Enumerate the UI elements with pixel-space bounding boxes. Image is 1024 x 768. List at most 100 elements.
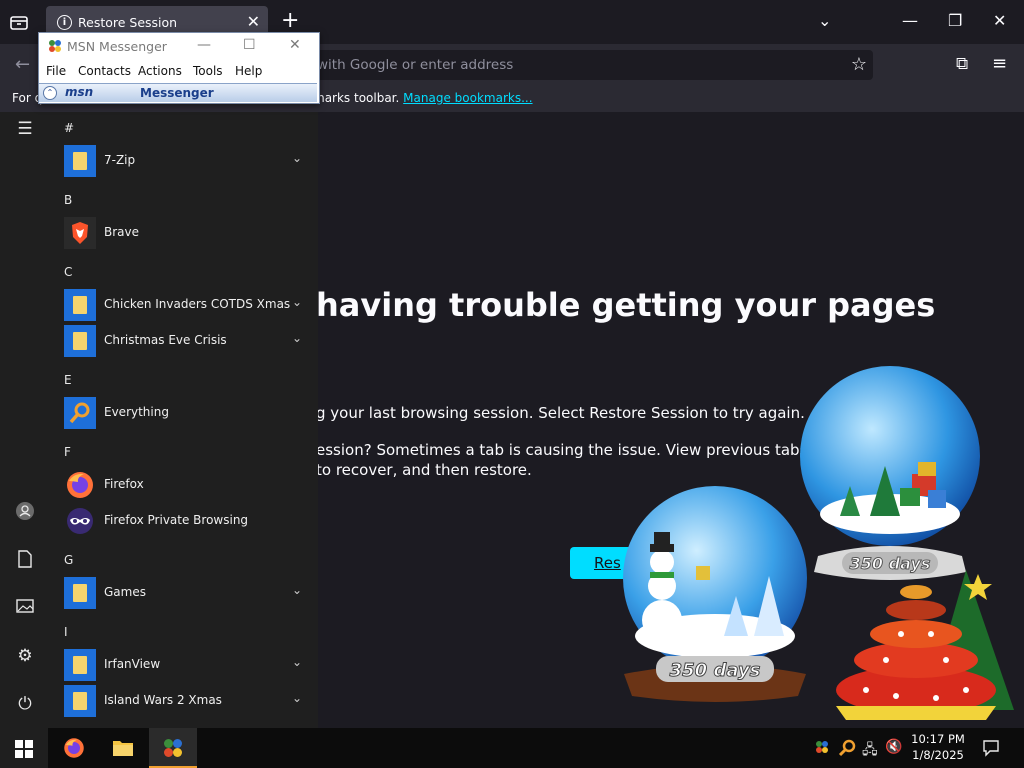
page-title: having trouble getting your pages [316, 286, 936, 324]
chevron-down-icon[interactable]: ⌄ [292, 583, 302, 597]
menu-actions[interactable]: Actions [138, 64, 182, 78]
start-menu-rail: ☰ ⚙ ⏻ [0, 112, 50, 728]
app-firefox[interactable]: Firefox [50, 467, 312, 503]
msn-wordmark: msn [65, 85, 94, 99]
app-label: Christmas Eve Crisis [104, 333, 227, 347]
app-label: Island Wars 2 Xmas [104, 693, 222, 707]
msn-menu-bar: File Contacts Actions Tools Help [39, 61, 319, 81]
folder-icon [113, 741, 133, 756]
app-irfanview[interactable]: IrfanView ⌄ [50, 647, 312, 683]
msn-messenger-window[interactable]: MSN Messenger — ☐ ✕ File Contacts Action… [38, 32, 320, 104]
app-games[interactable]: Games ⌄ [50, 575, 312, 611]
start-button[interactable] [0, 728, 48, 768]
info-icon: i [57, 15, 72, 30]
chevron-down-icon[interactable]: ⌄ [292, 655, 302, 669]
close-window-button[interactable]: ✕ [993, 11, 1006, 30]
manage-bookmarks-link[interactable]: Manage bookmarks... [403, 91, 532, 105]
msn-title: MSN Messenger [67, 39, 167, 54]
pictures-icon[interactable] [14, 597, 36, 619]
bookmarks-text: marks toolbar. [313, 91, 400, 105]
bookmarks-text-suffix: marks toolbar. Manage bookmarks... [313, 91, 533, 105]
msn-close-button[interactable]: ✕ [289, 37, 301, 53]
maximize-button[interactable]: ❐ [948, 11, 962, 30]
app-label: Firefox Private Browsing [104, 513, 249, 527]
menu-tools[interactable]: Tools [193, 64, 223, 78]
app-label: Firefox [104, 477, 144, 491]
close-tab-icon[interactable]: ✕ [247, 12, 260, 31]
chevron-down-icon[interactable]: ⌄ [292, 691, 302, 705]
group-letter-hash[interactable]: # [64, 121, 74, 135]
group-letter-i[interactable]: I [64, 625, 68, 639]
taskbar: 🖧 🔇 10:17 PM 1/8/2025 [0, 728, 1024, 768]
menu-icon[interactable]: ≡ [992, 53, 1007, 74]
folder-icon [64, 325, 96, 357]
chevron-down-icon[interactable]: ⌄ [818, 11, 831, 30]
everything-icon [64, 397, 96, 429]
group-letter-f[interactable]: F [64, 445, 71, 459]
app-label: Games [104, 585, 146, 599]
chevron-down-icon[interactable]: ⌄ [292, 295, 302, 309]
taskbar-firefox[interactable] [50, 728, 98, 768]
volume-muted-icon[interactable]: 🔇 [885, 739, 902, 755]
menu-file[interactable]: File [46, 64, 66, 78]
app-label: Chicken Invaders COTDS Xmas [104, 297, 291, 311]
taskbar-file-explorer[interactable] [99, 728, 147, 768]
back-icon[interactable]: ← [15, 54, 30, 75]
windows-logo-icon [15, 740, 33, 758]
app-list: # 7-Zip ⌄ B Brave C Chicken Invaders COT… [50, 112, 318, 728]
network-icon[interactable]: 🖧 [862, 739, 878, 763]
app-brave[interactable]: Brave [50, 215, 312, 251]
taskbar-clock[interactable]: 10:17 PM 1/8/2025 [906, 731, 970, 763]
chevron-down-icon[interactable]: ⌄ [292, 151, 302, 165]
tab-title: Restore Session [78, 15, 178, 30]
app-christmas-eve-crisis[interactable]: Christmas Eve Crisis ⌄ [50, 323, 312, 359]
group-letter-g[interactable]: G [64, 553, 73, 567]
app-firefox-private[interactable]: Firefox Private Browsing [50, 503, 312, 539]
expand-orb-icon[interactable]: ⌃ [43, 86, 57, 100]
group-letter-e[interactable]: E [64, 373, 72, 387]
page-description: g your last browsing session. Select Res… [316, 404, 805, 422]
url-bar[interactable]: with Google or enter address ☆ [310, 50, 873, 80]
chevron-down-icon[interactable]: ⌄ [292, 331, 302, 345]
tab-list-icon[interactable] [8, 11, 30, 33]
folder-icon [64, 289, 96, 321]
msn-minimize-button[interactable]: — [197, 37, 211, 53]
folder-icon [64, 577, 96, 609]
user-account-icon[interactable] [14, 501, 36, 523]
app-label: IrfanView [104, 657, 161, 671]
tray-msn-icon[interactable] [814, 739, 830, 755]
app-island-wars-2[interactable]: Island Wars 2 Xmas ⌄ [50, 683, 312, 719]
clock-time: 10:17 PM [911, 732, 965, 746]
app-label: Brave [104, 225, 140, 239]
firefox-private-icon [67, 508, 93, 534]
group-letter-b[interactable]: B [64, 193, 72, 207]
msn-title-bar[interactable]: MSN Messenger — ☐ ✕ [39, 33, 319, 59]
extensions-icon[interactable]: ⧉ [956, 54, 968, 74]
menu-help[interactable]: Help [235, 64, 262, 78]
notification-icon[interactable] [982, 739, 1000, 757]
app-everything[interactable]: Everything [50, 395, 312, 431]
messenger-wordmark: Messenger [140, 86, 214, 100]
hamburger-menu-icon[interactable]: ☰ [14, 118, 36, 140]
msn-banner: ⌃ msn Messenger [39, 83, 317, 102]
taskbar-msn-messenger[interactable] [149, 728, 197, 768]
documents-icon[interactable] [14, 549, 36, 571]
snowglobe-gifts: 350 days [800, 366, 980, 580]
msn-maximize-button[interactable]: ☐ [243, 37, 256, 53]
settings-gear-icon[interactable]: ⚙ [14, 645, 36, 667]
app-label: 7-Zip [104, 153, 136, 167]
minimize-button[interactable]: — [902, 11, 918, 30]
power-icon[interactable]: ⏻ [14, 693, 36, 715]
app-7zip[interactable]: 7-Zip ⌄ [50, 143, 312, 179]
folder-icon [64, 145, 96, 177]
new-tab-button[interactable]: + [281, 9, 299, 33]
group-letter-c[interactable]: C [64, 265, 72, 279]
clock-date: 1/8/2025 [912, 748, 964, 762]
menu-contacts[interactable]: Contacts [78, 64, 131, 78]
tray-everything-icon[interactable] [838, 739, 856, 757]
folder-icon [64, 685, 96, 717]
app-chicken-invaders[interactable]: Chicken Invaders COTDS Xmas ⌄ [50, 287, 312, 323]
msn-butterfly-icon [164, 739, 182, 757]
bookmark-star-icon[interactable]: ☆ [851, 54, 867, 75]
firefox-icon [64, 738, 84, 758]
